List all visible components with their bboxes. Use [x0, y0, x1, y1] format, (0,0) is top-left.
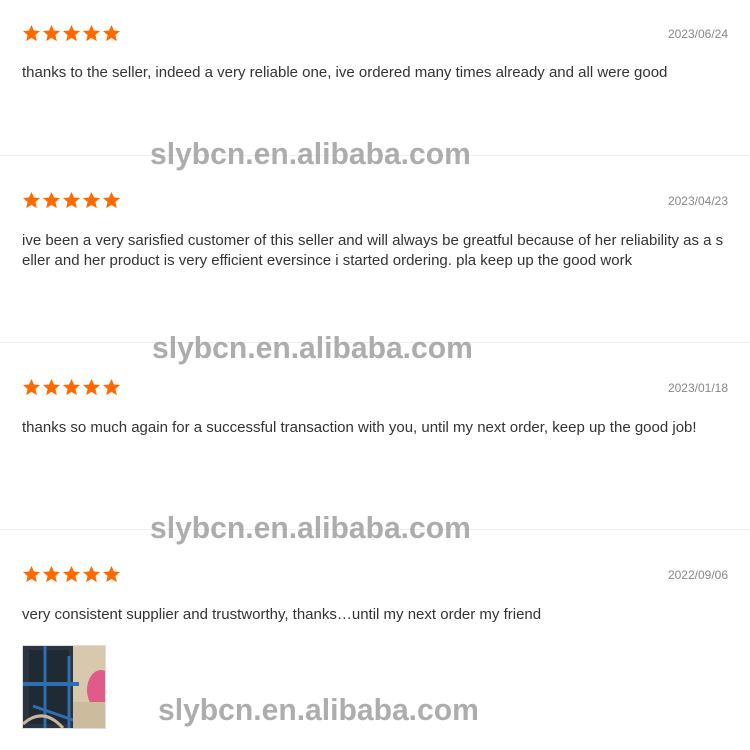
star-icon — [62, 565, 81, 584]
star-icon — [42, 191, 61, 210]
star-icon — [82, 378, 101, 397]
star-icon — [102, 24, 121, 43]
star-icon — [62, 24, 81, 43]
star-icon — [82, 24, 101, 43]
review-photo — [23, 646, 105, 728]
reviews-page: 2023/06/24 thanks to the seller, indeed … — [0, 0, 750, 750]
star-icon — [22, 378, 41, 397]
review-date: 2023/01/18 — [667, 381, 728, 395]
star-icon — [82, 191, 101, 210]
review-photo-thumbnail[interactable] — [22, 645, 106, 729]
review-text: ive been a very sarisfied customer of th… — [22, 232, 724, 269]
star-icon — [42, 565, 61, 584]
star-icon — [22, 565, 41, 584]
star-rating — [22, 378, 121, 397]
review-text: very consistent supplier and trustworthy… — [22, 606, 542, 623]
star-rating — [22, 191, 121, 210]
review-text: thanks so much again for a successful tr… — [22, 419, 697, 436]
star-icon — [62, 378, 81, 397]
review-text: thanks to the seller, indeed a very reli… — [22, 64, 668, 81]
star-icon — [102, 191, 121, 210]
star-icon — [22, 191, 41, 210]
star-icon — [62, 191, 81, 210]
watermark: slybcn.en.alibaba.com — [152, 330, 473, 365]
star-rating — [22, 24, 121, 43]
watermark: slybcn.en.alibaba.com — [150, 510, 471, 545]
star-icon — [42, 24, 61, 43]
star-rating — [22, 565, 121, 584]
review-date: 2023/04/23 — [667, 194, 728, 208]
watermark: slybcn.en.alibaba.com — [158, 692, 479, 727]
star-icon — [82, 565, 101, 584]
review-date: 2022/09/06 — [667, 568, 728, 582]
star-icon — [102, 378, 121, 397]
watermark: slybcn.en.alibaba.com — [150, 136, 471, 171]
star-icon — [42, 378, 61, 397]
star-icon — [102, 565, 121, 584]
review-date: 2023/06/24 — [667, 27, 728, 41]
star-icon — [22, 24, 41, 43]
